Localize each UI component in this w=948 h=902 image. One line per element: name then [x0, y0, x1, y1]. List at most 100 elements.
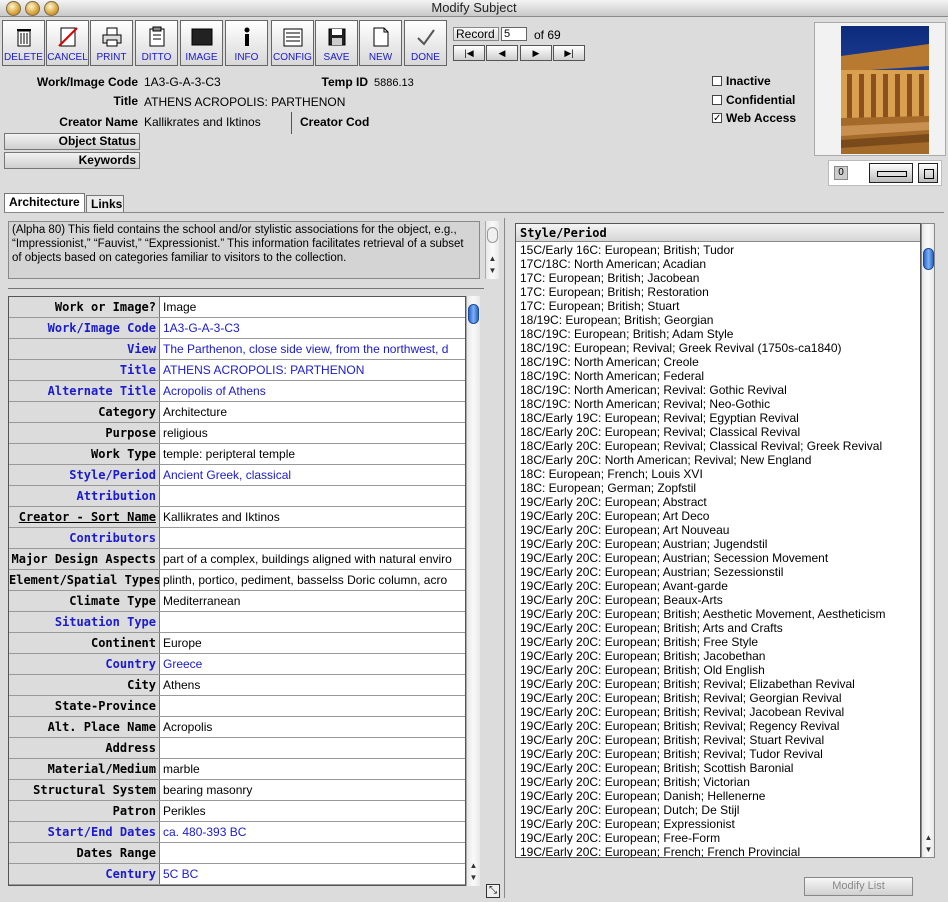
previous-record-button[interactable]: ◀: [486, 45, 518, 61]
field-value[interactable]: bearing masonry: [163, 780, 463, 800]
list-item[interactable]: 19C/Early 20C: European; British; Old En…: [520, 663, 765, 677]
cancel-button[interactable]: CANCEL: [46, 20, 89, 66]
field-label[interactable]: Country: [9, 654, 160, 674]
field-value[interactable]: [163, 738, 463, 758]
scroll-up-arrow-icon[interactable]: ▲: [486, 253, 499, 265]
work-image-code-value[interactable]: 1A3-G-A-3-C3: [144, 75, 221, 89]
done-button[interactable]: DONE: [404, 20, 447, 66]
close-window-icon[interactable]: [6, 1, 21, 16]
field-value[interactable]: temple: peripteral temple: [163, 444, 463, 464]
list-item[interactable]: 19C/Early 20C: European; Expressionist: [520, 817, 735, 831]
list-item[interactable]: 18C/19C: European; British; Adam Style: [520, 327, 733, 341]
field-value[interactable]: [163, 843, 463, 863]
title-value[interactable]: ATHENS ACROPOLIS: PARTHENON: [144, 95, 345, 109]
list-item[interactable]: 19C/Early 20C: European; Avant-garde: [520, 579, 728, 593]
list-item[interactable]: 18C/Early 20C: North American; Revival; …: [520, 453, 811, 467]
list-item[interactable]: 19C/Early 20C: European; British; Aesthe…: [520, 607, 886, 621]
field-value[interactable]: [163, 528, 463, 548]
keywords-button[interactable]: Keywords: [4, 152, 140, 169]
slide-view-button[interactable]: [869, 163, 913, 183]
list-item[interactable]: 19C/Early 20C: European; Abstract: [520, 495, 707, 509]
field-label[interactable]: Alternate Title: [9, 381, 160, 401]
list-item[interactable]: 18C/Early 19C: European; Revival; Egypti…: [520, 411, 799, 425]
scroll-thumb[interactable]: [923, 248, 934, 270]
ditto-button[interactable]: DITTO: [135, 20, 178, 66]
zoom-window-icon[interactable]: [44, 1, 59, 16]
delete-button[interactable]: DELETE: [2, 20, 45, 66]
parthenon-thumbnail-image[interactable]: [841, 26, 929, 154]
field-label[interactable]: Title: [9, 360, 160, 380]
list-item[interactable]: 18C/Early 20C: European; Revival; Classi…: [520, 439, 882, 453]
last-record-button[interactable]: ▶|: [553, 45, 585, 61]
list-item[interactable]: 17C: European; British; Jacobean: [520, 271, 699, 285]
list-item[interactable]: 19C/Early 20C: European; Austrian; Seces…: [520, 551, 828, 565]
field-value[interactable]: part of a complex, buildings aligned wit…: [163, 549, 463, 569]
inactive-checkbox[interactable]: [712, 76, 722, 86]
record-number-input[interactable]: [501, 27, 527, 41]
field-value[interactable]: Mediterranean: [163, 591, 463, 611]
minimize-window-icon[interactable]: [25, 1, 40, 16]
field-value[interactable]: [163, 696, 463, 716]
list-item[interactable]: 17C: European; British; Restoration: [520, 285, 709, 299]
image-button[interactable]: IMAGE: [180, 20, 223, 66]
list-item[interactable]: 19C/Early 20C: European; Art Deco: [520, 509, 709, 523]
list-item[interactable]: 19C/Early 20C: European; British; Jacobe…: [520, 649, 765, 663]
scroll-thumb[interactable]: [468, 304, 479, 324]
field-value[interactable]: 5C BC: [163, 864, 463, 884]
field-label[interactable]: Creator - Sort Name: [9, 507, 160, 527]
field-value[interactable]: 1A3-G-A-3-C3: [163, 318, 463, 338]
list-item[interactable]: 19C/Early 20C: European; Austrian; Sezes…: [520, 565, 783, 579]
field-table-scrollbar[interactable]: ▲ ▼: [466, 296, 480, 886]
list-item[interactable]: 19C/Early 20C: European; Beaux-Arts: [520, 593, 723, 607]
config-button[interactable]: CONFIG: [271, 20, 314, 66]
web-access-checkbox[interactable]: ✓: [712, 113, 722, 124]
field-label[interactable]: Work/Image Code: [9, 318, 160, 338]
scroll-down-arrow-icon[interactable]: ▼: [922, 844, 935, 856]
tab-architecture[interactable]: Architecture: [4, 193, 85, 213]
style-period-list[interactable]: Style/Period 15C/Early 16C: European; Br…: [515, 223, 921, 858]
field-label[interactable]: Style/Period: [9, 465, 160, 485]
field-label[interactable]: Start/End Dates: [9, 822, 160, 842]
list-item[interactable]: 18C: European; German; Zopfstil: [520, 481, 696, 495]
new-button[interactable]: NEW: [359, 20, 402, 66]
list-item[interactable]: 19C/Early 20C: European; British; Reviva…: [520, 733, 824, 747]
image-zoom-button[interactable]: [918, 163, 938, 183]
info-button[interactable]: INFO: [225, 20, 268, 66]
field-value[interactable]: Ancient Greek, classical: [163, 465, 463, 485]
save-button[interactable]: SAVE: [315, 20, 358, 66]
field-label[interactable]: Attribution: [9, 486, 160, 506]
field-value[interactable]: religious: [163, 423, 463, 443]
field-value[interactable]: [163, 486, 463, 506]
field-value[interactable]: Greece: [163, 654, 463, 674]
field-label[interactable]: Contributors: [9, 528, 160, 548]
list-item[interactable]: 19C/Early 20C: European; British; Reviva…: [520, 705, 844, 719]
list-item[interactable]: 19C/Early 20C: European; British; Arts a…: [520, 621, 783, 635]
field-value[interactable]: Image: [163, 297, 463, 317]
next-record-button[interactable]: ▶: [520, 45, 552, 61]
list-item[interactable]: 18C/19C: European; Revival; Greek Reviva…: [520, 341, 842, 355]
tab-links[interactable]: Links: [86, 195, 124, 213]
confidential-checkbox[interactable]: [712, 95, 722, 105]
list-item[interactable]: 19C/Early 20C: European; British; Reviva…: [520, 677, 855, 691]
field-value[interactable]: ATHENS ACROPOLIS: PARTHENON: [163, 360, 463, 380]
scroll-down-arrow-icon[interactable]: ▼: [467, 872, 480, 884]
list-item[interactable]: 19C/Early 20C: European; British; Free S…: [520, 635, 758, 649]
list-item[interactable]: 18C/19C: North American; Revival: Gothic…: [520, 383, 787, 397]
list-item[interactable]: 19C/Early 20C: European; Free-Form: [520, 831, 720, 845]
field-label[interactable]: View: [9, 339, 160, 359]
field-value[interactable]: Europe: [163, 633, 463, 653]
field-value[interactable]: Perikles: [163, 801, 463, 821]
scroll-thumb[interactable]: [487, 227, 498, 243]
field-value[interactable]: Athens: [163, 675, 463, 695]
list-item[interactable]: 19C/Early 20C: European; Art Nouveau: [520, 523, 729, 537]
help-scrollbar[interactable]: ▲ ▼: [485, 221, 499, 279]
list-item[interactable]: 18C/19C: North American; Revival; Neo-Go…: [520, 397, 770, 411]
field-value[interactable]: The Parthenon, close side view, from the…: [163, 339, 463, 359]
resize-grip-icon[interactable]: ⤡: [486, 884, 500, 898]
list-item[interactable]: 18C/19C: North American; Federal: [520, 369, 704, 383]
list-item[interactable]: 19C/Early 20C: European; Austrian; Jugen…: [520, 537, 767, 551]
print-button[interactable]: PRINT: [90, 20, 133, 66]
list-item[interactable]: 18C/Early 20C: European; Revival; Classi…: [520, 425, 800, 439]
list-item[interactable]: 17C: European; British; Stuart: [520, 299, 679, 313]
list-item[interactable]: 19C/Early 20C: European; British; Reviva…: [520, 691, 841, 705]
